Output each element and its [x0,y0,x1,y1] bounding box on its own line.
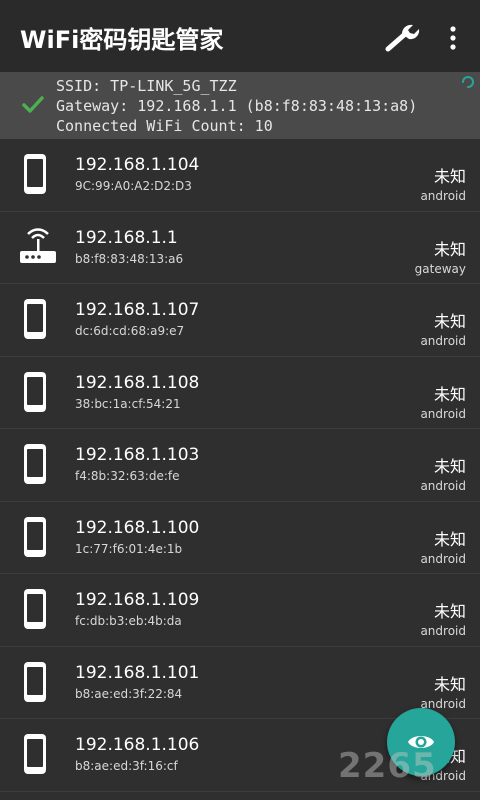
device-type: android [420,551,466,566]
device-vendor: 未知 [433,384,466,404]
device-row[interactable]: 192.168.1.104 9C:99:A0:A2:D2:D3 未知 android [0,139,480,212]
device-ip: 192.168.1.101 [75,662,200,683]
device-ip: 192.168.1.100 [75,517,200,538]
app-title: WiFi密码钥匙管家 [20,26,224,54]
device-ip: 192.168.1.109 [75,590,200,610]
device-row[interactable]: 192.168.1.103 f4:8b:32:63:de:fe 未知 android [0,429,480,502]
more-vert-icon[interactable] [443,24,463,52]
device-type: android [420,334,466,348]
device-ip: 192.168.1.103 [75,445,200,465]
connection-status-panel: SSID: TP-LINK_5G_TZZ Gateway: 192.168.1.1… [0,72,480,139]
device-mac: b8:ae:ed:3f:16:cf [75,759,178,773]
device-row[interactable]: 192.168.1.101 b8:ae:ed:3f:22:84 未知 android [0,646,480,719]
device-mac: dc:6d:cd:68:a9:e7 [75,324,185,338]
wrench-icon[interactable] [384,22,422,54]
phone-icon [18,441,52,487]
device-row[interactable]: 192.168.1.1 b8:f8:83:48:13:a6 未知 gateway [0,211,480,284]
device-vendor: 未知 [433,674,466,694]
device-vendor: 未知 [433,312,466,331]
phone-icon [18,586,52,632]
device-mac: fc:db:b3:eb:4b:da [75,614,182,628]
loading-spinner-icon [462,76,474,88]
device-vendor: 未知 [433,239,466,259]
connected-count-line: Connected WiFi Count: 10 [56,117,273,135]
device-mac: 9C:99:A0:A2:D2:D3 [75,179,192,193]
device-row[interactable]: 192.168.1.108 38:bc:1a:cf:54:21 未知 android [0,356,480,429]
status-lines: SSID: TP-LINK_5G_TZZ Gateway: 192.168.1.1… [56,76,417,136]
phone-icon [18,514,52,560]
device-row[interactable]: 192.168.1.100 1c:77:f6:01:4e:1b 未知 android [0,501,480,574]
device-row[interactable]: 192.168.1.107 dc:6d:cd:68:a9:e7 未知 android [0,284,480,357]
device-type: android [420,189,466,203]
app-bar: WiFi密码钥匙管家 [0,0,480,72]
watermark: 2265 [338,746,437,786]
device-type: android [420,624,466,638]
device-ip: 192.168.1.108 [75,372,200,393]
check-icon [22,96,44,113]
device-vendor: 未知 [433,167,466,186]
device-row[interactable]: 192.168.1.109 fc:db:b3:eb:4b:da 未知 android [0,574,480,647]
phone-icon [18,731,52,777]
device-mac: f4:8b:32:63:de:fe [75,469,180,483]
device-type: android [420,406,466,421]
ssid-line: SSID: TP-LINK_5G_TZZ [56,77,237,95]
device-mac: 1c:77:f6:01:4e:1b [75,541,183,556]
device-vendor: 未知 [433,457,466,476]
router-icon [18,224,56,270]
phone-icon [18,296,52,342]
phone-icon [18,659,52,705]
device-mac: b8:ae:ed:3f:22:84 [75,686,183,701]
phone-icon [18,151,52,197]
device-ip: 192.168.1.106 [75,735,200,755]
device-list: 192.168.1.104 9C:99:A0:A2:D2:D3 未知 android 1… [0,139,480,792]
device-mac: b8:f8:83:48:13:a6 [75,251,184,266]
device-ip: 192.168.1.104 [75,155,200,175]
device-mac: 38:bc:1a:cf:54:21 [75,396,181,411]
device-type: gateway [414,261,466,276]
gateway-line: Gateway: 192.168.1.1 (b8:f8:83:48:13:a8) [56,97,418,115]
device-type: android [420,479,466,493]
phone-icon [18,369,52,415]
device-ip: 192.168.1.1 [75,227,178,248]
device-vendor: 未知 [433,529,466,549]
device-vendor: 未知 [433,602,466,621]
device-ip: 192.168.1.107 [75,300,200,320]
